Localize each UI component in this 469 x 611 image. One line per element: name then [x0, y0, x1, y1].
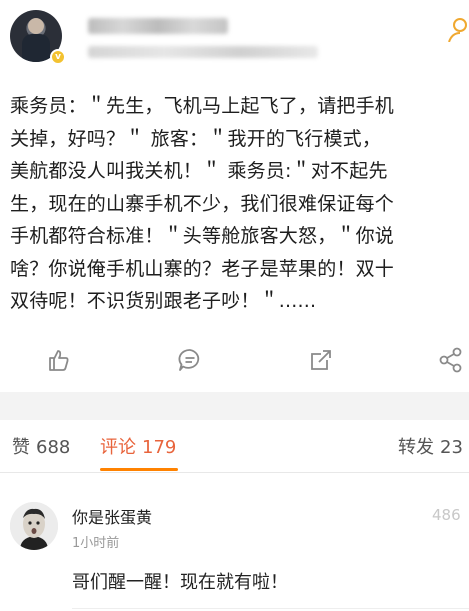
interaction-tabs: 赞 688 评论 179 转发 23 [0, 420, 469, 473]
post-meta-blurred [88, 46, 318, 58]
post-header: v [0, 0, 469, 80]
follow-user-icon[interactable] [448, 16, 469, 42]
thumbs-up-icon[interactable] [44, 346, 72, 374]
comment-divider [72, 608, 469, 609]
comment-text: 哥们醒一醒！现在就有啦！ [72, 572, 288, 593]
author-name-blurred[interactable] [88, 18, 228, 34]
active-tab-indicator [100, 468, 178, 471]
comment-icon[interactable] [176, 346, 204, 374]
tab-comments[interactable]: 评论 179 [100, 433, 176, 459]
comment-like-count[interactable]: 486 [432, 506, 461, 524]
tab-reposts[interactable]: 转发 23 [398, 433, 463, 459]
repost-icon[interactable] [307, 346, 335, 374]
verified-badge-icon: v [50, 49, 66, 65]
commenter-name[interactable]: 你是张蛋黄 [72, 504, 152, 528]
comment-time: 1小时前 [72, 536, 120, 551]
comment-item: 你是张蛋黄 1小时前 486 哥们醒一醒！现在就有啦！ [0, 490, 469, 611]
avatar-face-icon [10, 502, 58, 550]
commenter-avatar[interactable] [10, 502, 58, 550]
post-body-text: 乘务员：＂先生，飞机马上起飞了，请把手机 关掉，好吗？＂ 旅客：＂我开的飞行模式… [10, 95, 395, 312]
tab-likes[interactable]: 赞 688 [12, 433, 70, 459]
share-icon[interactable] [437, 346, 465, 374]
section-divider [0, 392, 469, 420]
post-action-bar [0, 340, 469, 382]
